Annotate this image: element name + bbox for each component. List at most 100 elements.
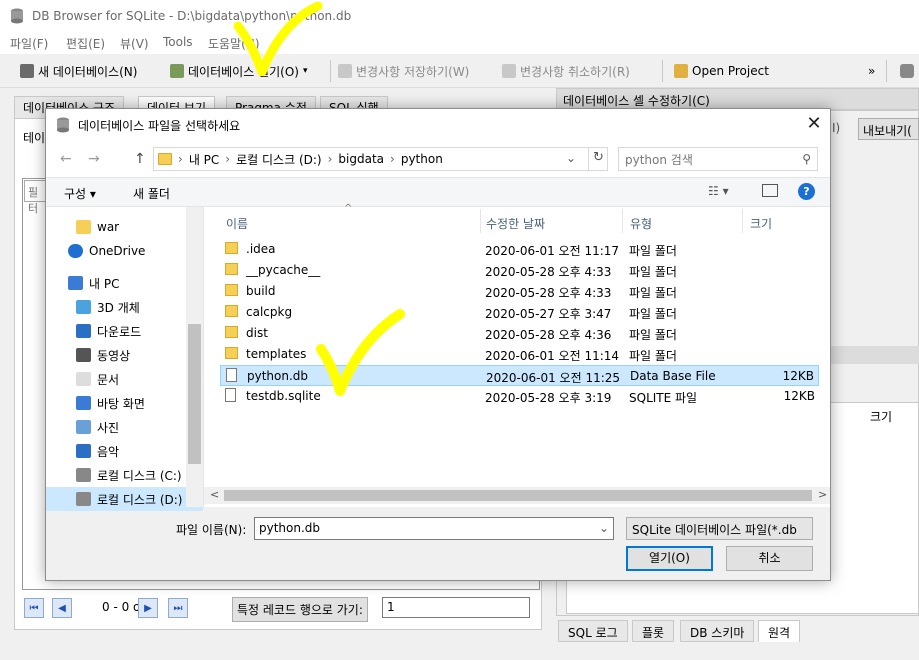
breadcrumb-drive-d[interactable]: 로컬 디스크 (D:) xyxy=(236,151,321,168)
file-row[interactable]: python.db 2020-06-01 오전 11:25 Data Base Fi… xyxy=(220,365,819,386)
next-record-button[interactable]: ▶ xyxy=(138,598,158,618)
filename-input[interactable]: python.db ⌄ xyxy=(254,517,614,540)
open-project-label: Open Project xyxy=(692,64,769,78)
file-icon xyxy=(226,368,237,382)
revert-icon xyxy=(502,64,516,78)
new-folder-button[interactable]: 새 폴더 xyxy=(133,185,170,202)
address-bar[interactable]: › 내 PC › 로컬 디스크 (D:) › bigdata › python xyxy=(153,147,608,171)
goto-record-input[interactable]: 1 xyxy=(382,597,530,618)
scroll-right-icon[interactable]: > xyxy=(818,488,827,501)
column-divider[interactable] xyxy=(622,209,623,233)
nav-item-3[interactable]: 3D 개체 xyxy=(46,295,203,319)
nav-item-7[interactable]: 바탕 화면 xyxy=(46,391,203,415)
file-row[interactable]: testdb.sqlite 2020-05-28 오후 3:19 SQLITE 파일… xyxy=(220,386,819,407)
menu-tools[interactable]: Tools xyxy=(163,35,193,49)
nav-item-8[interactable]: 사진 xyxy=(46,415,203,439)
column-divider[interactable] xyxy=(742,209,743,233)
new-database-button[interactable]: 새 데이터베이스(N) xyxy=(20,60,137,82)
nav-item-11[interactable]: 로컬 디스크 (D:) xyxy=(46,487,203,511)
scroll-left-icon[interactable]: < xyxy=(210,488,219,501)
yellow-check-annotation-icon xyxy=(316,309,405,396)
breadcrumb-bigdata[interactable]: bigdata xyxy=(338,152,384,166)
nav-item-label: 문서 xyxy=(97,372,120,387)
breadcrumb-python[interactable]: python xyxy=(401,152,443,166)
file-type-select[interactable]: SQLite 데이터베이스 파일(*.db xyxy=(626,517,813,540)
tab-remote[interactable]: 원격 xyxy=(758,620,801,642)
nav-item-10[interactable]: 로컬 디스크 (C:) xyxy=(46,463,203,487)
column-divider[interactable] xyxy=(480,209,481,233)
chevron-down-icon[interactable]: ⌄ xyxy=(599,521,609,535)
file-row[interactable]: .idea 2020-06-01 오전 11:17 파일 폴더 xyxy=(220,239,819,260)
menu-view[interactable]: 뷰(V) xyxy=(120,35,149,52)
print-icon[interactable] xyxy=(900,64,914,78)
file-row[interactable]: dist 2020-05-28 오후 4:36 파일 폴더 xyxy=(220,323,819,344)
toolbar-separator xyxy=(662,60,663,82)
drive-icon xyxy=(76,492,91,506)
file-type: SQLITE 파일 xyxy=(629,391,698,405)
chevron-down-icon[interactable]: ⌄ xyxy=(566,151,576,165)
horizontal-scrollbar-thumb[interactable] xyxy=(224,490,812,501)
nav-item-1[interactable]: OneDrive xyxy=(46,239,203,263)
view-options-icon[interactable]: ☷ ▾ xyxy=(708,184,729,198)
import-button[interactable]: I) xyxy=(828,118,850,140)
nav-item-label: OneDrive xyxy=(89,244,146,258)
menu-file[interactable]: 파일(F) xyxy=(10,35,48,52)
tab-sql-log[interactable]: SQL 로그 xyxy=(558,620,628,642)
nav-item-label: 음악 xyxy=(97,444,120,459)
column-header-date[interactable]: 수정한 날짜 xyxy=(486,215,545,232)
column-header-name[interactable]: 이름 xyxy=(226,215,248,232)
nav-item-0[interactable]: war xyxy=(46,215,203,239)
revert-changes-button[interactable]: 변경사항 취소하기(R) xyxy=(502,60,630,82)
file-row[interactable]: build 2020-05-28 오후 4:33 파일 폴더 xyxy=(220,281,819,302)
menu-edit[interactable]: 편집(E) xyxy=(66,35,105,52)
file-row[interactable]: templates 2020-06-01 오전 11:14 파일 폴더 xyxy=(220,344,819,365)
back-arrow-icon[interactable]: ← xyxy=(60,151,72,167)
nav-item-9[interactable]: 음악 xyxy=(46,439,203,463)
toolbar-overflow-button[interactable]: » xyxy=(868,60,875,82)
nav-item-label: 로컬 디스크 (D:) xyxy=(97,492,183,507)
write-changes-button[interactable]: 변경사항 저장하기(W) xyxy=(338,60,469,82)
tab-db-schema[interactable]: DB 스키마 xyxy=(680,620,755,642)
address-row: ← → ↑ › 내 PC › 로컬 디스크 (D:) › bigdata › p… xyxy=(46,141,830,177)
preview-pane-icon[interactable] xyxy=(762,184,778,197)
close-icon[interactable]: ✕ xyxy=(802,113,826,137)
file-row[interactable]: __pycache__ 2020-05-28 오후 4:33 파일 폴더 xyxy=(220,260,819,281)
tab-plot[interactable]: 플롯 xyxy=(632,620,675,642)
file-date: 2020-06-01 오전 11:14 xyxy=(485,349,620,363)
nav-item-6[interactable]: 문서 xyxy=(46,367,203,391)
forward-arrow-icon[interactable]: → xyxy=(88,151,100,167)
help-icon[interactable]: ? xyxy=(798,183,815,200)
last-record-button[interactable]: ⏭ xyxy=(168,598,188,618)
dialog-title-bar: 데이터베이스 파일을 선택하세요 ✕ xyxy=(46,109,830,141)
navigation-pane: war OneDrive 내 PC 3D 개체 다운로드 동영상문서바탕 화면 사진음악로컬… xyxy=(46,207,203,511)
toolbar-separator xyxy=(886,60,887,82)
refresh-icon[interactable]: ↻ xyxy=(588,147,608,171)
open-project-button[interactable]: Open Project xyxy=(674,60,769,82)
previous-record-button[interactable]: ◀ xyxy=(52,598,72,618)
breadcrumb-pc[interactable]: 내 PC xyxy=(189,151,219,168)
cancel-button[interactable]: 취소 xyxy=(726,546,813,571)
organize-button[interactable]: 구성 ▾ xyxy=(64,185,96,202)
folder-icon xyxy=(225,305,238,317)
search-input[interactable]: python 검색 ⚲ xyxy=(618,147,818,171)
folder-icon xyxy=(225,284,238,296)
open-button[interactable]: 열기(O) xyxy=(626,546,713,571)
column-header-size[interactable]: 크기 xyxy=(750,215,772,232)
file-row[interactable]: calcpkg 2020-05-27 오후 3:47 파일 폴더 xyxy=(220,302,819,323)
first-record-button[interactable]: ⏮ xyxy=(24,598,44,618)
document-icon xyxy=(76,372,91,386)
file-date: 2020-05-28 오후 3:19 xyxy=(485,391,612,405)
nav-scrollbar-thumb[interactable] xyxy=(188,324,201,464)
filter-field[interactable]: 필터 xyxy=(24,180,46,215)
column-header-type[interactable]: 유형 xyxy=(630,215,652,232)
export-button[interactable]: 내보내기( xyxy=(858,118,919,140)
file-date: 2020-05-28 오후 4:36 xyxy=(485,328,612,342)
up-arrow-icon[interactable]: ↑ xyxy=(134,151,146,167)
database-icon xyxy=(57,117,69,133)
nav-item-5[interactable]: 동영상 xyxy=(46,343,203,367)
revert-changes-label: 변경사항 취소하기(R) xyxy=(520,64,630,79)
file-name: __pycache__ xyxy=(246,263,321,277)
goto-record-button[interactable]: 특정 레코드 행으로 가기: xyxy=(232,597,368,622)
nav-item-4[interactable]: 다운로드 xyxy=(46,319,203,343)
nav-item-2[interactable]: 내 PC xyxy=(46,271,203,295)
